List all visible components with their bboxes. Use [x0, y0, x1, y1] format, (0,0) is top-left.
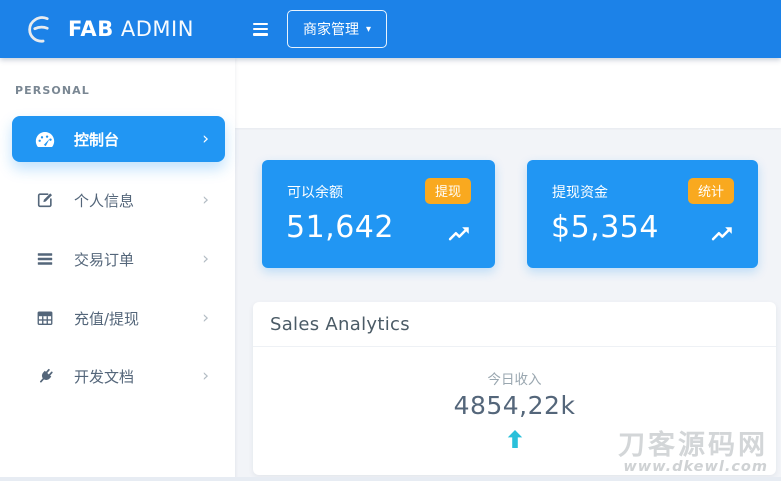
brand-logo-icon: [25, 14, 56, 45]
list-icon: [35, 249, 55, 269]
sidebar-item-label: 开发文档: [74, 366, 134, 387]
arrow-up-icon: [506, 429, 524, 449]
sales-analytics-body: 今日收入 4854,22k: [253, 347, 776, 453]
chevron-right-icon: ›: [202, 368, 209, 385]
today-income-value: 4854,22k: [253, 391, 776, 420]
sidebar-section-label: PERSONAL: [15, 84, 90, 97]
sidebar-item-label: 个人信息: [74, 190, 134, 211]
sidebar: PERSONAL 控制台 ›: [0, 58, 235, 481]
chevron-right-icon: ›: [202, 192, 209, 209]
brand-title: FAB ADMIN: [68, 17, 194, 41]
plug-icon: [35, 366, 55, 386]
chevron-right-icon: ›: [202, 251, 209, 268]
sidebar-item-dev-docs[interactable]: 开发文档 ›: [12, 353, 225, 399]
sidebar-item-profile[interactable]: 个人信息 ›: [12, 177, 225, 223]
sidebar-item-orders[interactable]: 交易订单 ›: [12, 236, 225, 282]
trend-up-icon: [448, 225, 471, 242]
topbar: FAB ADMIN 商家管理 ▾: [0, 0, 781, 58]
sales-analytics-card: Sales Analytics 今日收入 4854,22k: [253, 302, 776, 475]
chevron-right-icon: ›: [202, 131, 209, 148]
withdraw-funds-value: $5,354: [551, 210, 659, 245]
sidebar-item-label: 控制台: [74, 129, 119, 150]
tachometer-icon: [35, 129, 55, 149]
sidebar-item-label: 充值/提现: [74, 308, 139, 329]
withdraw-funds-card: 提现资金 统计 $5,354: [527, 160, 758, 268]
sidebar-item-dashboard[interactable]: 控制台 ›: [12, 116, 225, 162]
edit-icon: [35, 190, 55, 210]
menu-toggle-icon[interactable]: [253, 23, 268, 36]
withdraw-funds-label: 提现资金: [552, 182, 608, 202]
brand-title-bold: FAB: [68, 17, 114, 41]
balance-card-label: 可以余额: [287, 182, 343, 202]
bottom-edge-strip: [0, 477, 781, 481]
statistics-badge-button[interactable]: 统计: [688, 178, 734, 204]
table-icon: [35, 308, 55, 328]
sales-analytics-title: Sales Analytics: [270, 314, 410, 335]
sidebar-item-recharge-withdraw[interactable]: 充值/提现 ›: [12, 295, 225, 341]
withdraw-badge-button[interactable]: 提现: [425, 178, 471, 204]
sidebar-item-label: 交易订单: [74, 249, 134, 270]
balance-card: 可以余额 提现 51,642: [262, 160, 495, 268]
trend-up-icon: [711, 225, 734, 242]
brand-title-regular: ADMIN: [121, 17, 194, 41]
today-income-label: 今日收入: [253, 368, 776, 388]
page-header-band: [235, 58, 781, 128]
merchant-management-dropdown[interactable]: 商家管理 ▾: [287, 10, 387, 48]
sales-analytics-header: Sales Analytics: [253, 302, 776, 347]
merchant-dropdown-label: 商家管理: [303, 19, 359, 39]
chevron-right-icon: ›: [202, 310, 209, 327]
caret-down-icon: ▾: [366, 25, 371, 35]
brand-link[interactable]: FAB ADMIN: [0, 0, 235, 58]
admin-dashboard: FAB ADMIN 商家管理 ▾ PERSONAL 控制台 ›: [0, 0, 781, 481]
balance-value: 51,642: [286, 210, 394, 245]
